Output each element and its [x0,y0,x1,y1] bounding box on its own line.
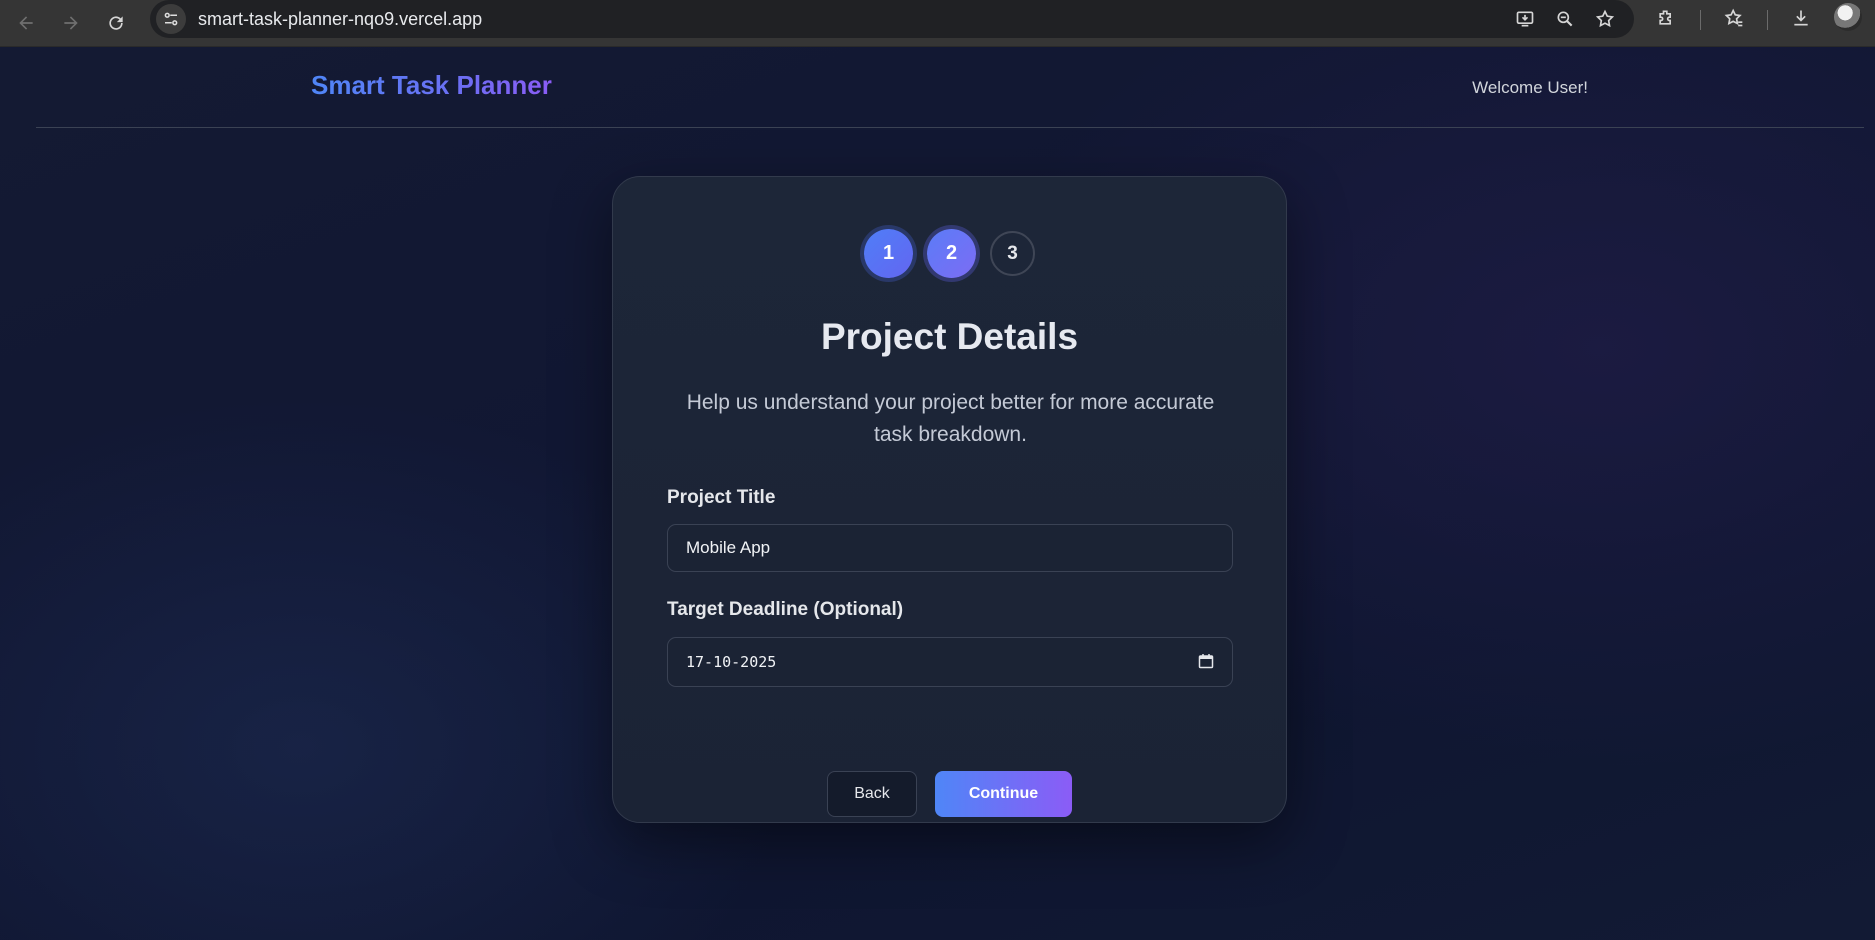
deadline-value[interactable]: 17-10-2025 [686,653,776,671]
deadline-label: Target Deadline (Optional) [667,599,904,620]
page-title: Project Details [820,316,1079,357]
browser-toolbar: smart-task-planner-nqo9.vercel.app [0,0,1875,47]
profile-avatar[interactable] [1834,3,1862,31]
project-title-label: Project Title [667,487,776,508]
app-page: Smart Task Planner Welcome User! 1 2 3 P… [0,47,1875,940]
welcome-message: Welcome User! [1472,78,1588,97]
calendar-icon[interactable] [1198,653,1214,669]
brand-logo-text[interactable]: Smart Task Planner [311,70,552,101]
forward-arrow-icon[interactable] [54,6,88,40]
download-icon[interactable] [1788,5,1814,31]
back-arrow-icon[interactable] [9,6,43,40]
extensions-icon[interactable] [1653,5,1679,31]
zoom-icon[interactable] [1552,6,1578,32]
step-2-indicator: 2 [927,229,976,278]
url-text[interactable]: smart-task-planner-nqo9.vercel.app [198,9,482,30]
progress-stepper: 1 2 3 [613,229,1286,278]
bookmark-star-icon[interactable] [1592,6,1618,32]
site-info-icon[interactable] [156,4,186,34]
project-title-value[interactable]: Mobile App [686,538,770,558]
deadline-date-input[interactable]: 17-10-2025 [667,637,1233,687]
project-details-card: 1 2 3 Project Details Help us understand… [612,176,1287,823]
address-bar[interactable]: smart-task-planner-nqo9.vercel.app [150,0,1634,38]
app-header: Smart Task Planner Welcome User! [36,47,1864,128]
project-title-input[interactable]: Mobile App [667,524,1233,572]
step-1-indicator: 1 [864,229,913,278]
continue-button[interactable]: Continue [935,771,1072,817]
reload-icon[interactable] [99,6,133,40]
page-subtitle: Help us understand your project better f… [686,391,1215,446]
back-button[interactable]: Back [827,771,917,817]
bookmarks-icon[interactable] [1721,5,1747,31]
step-3-indicator: 3 [990,231,1035,276]
install-icon[interactable] [1512,6,1538,32]
